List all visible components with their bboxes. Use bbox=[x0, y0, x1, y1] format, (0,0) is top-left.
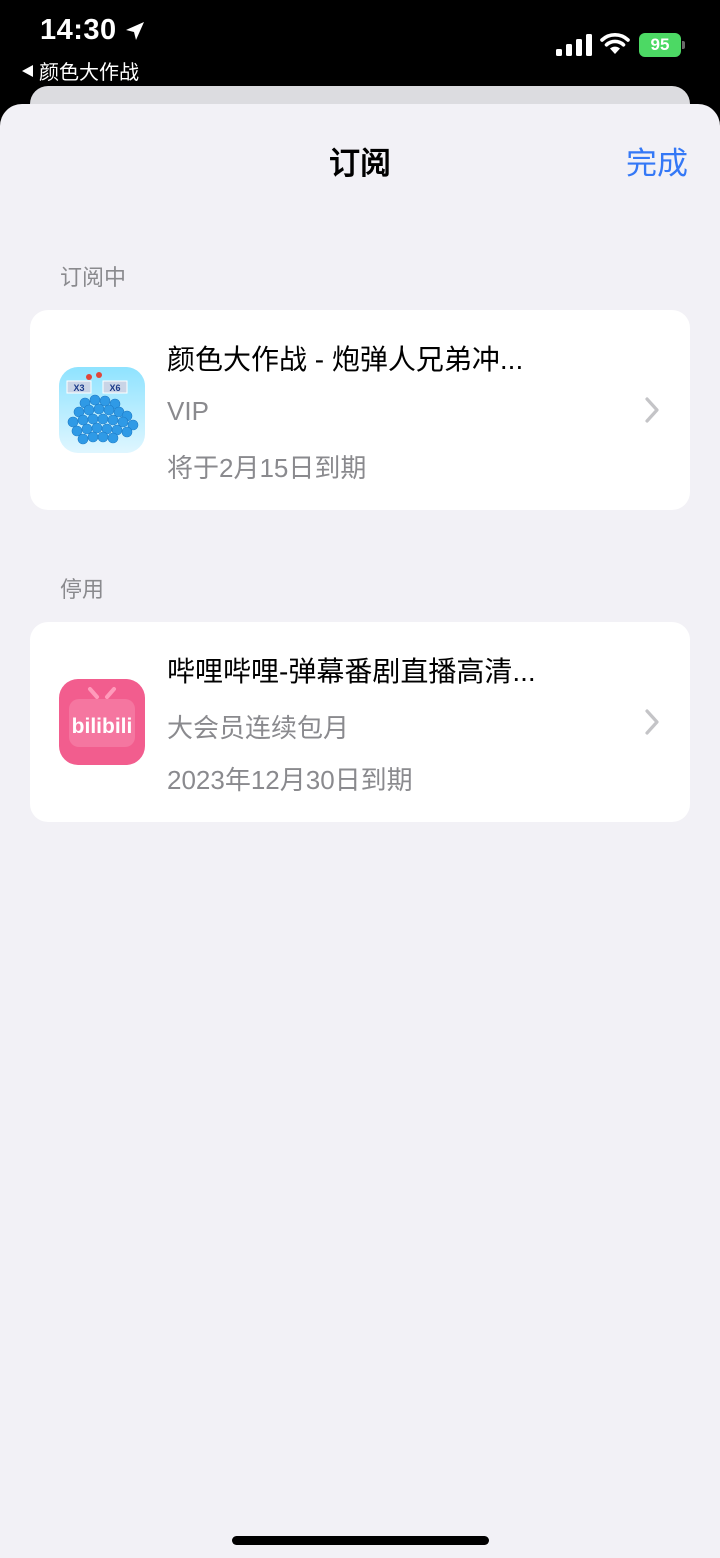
battery-level: 95 bbox=[639, 33, 681, 57]
svg-text:X6: X6 bbox=[109, 383, 120, 393]
subscriptions-sheet: 订阅 完成 订阅中 X3 X6 颜色大作战 - 炮弹人兄弟冲... VIP 将于… bbox=[0, 104, 720, 1558]
wifi-icon bbox=[600, 33, 630, 54]
section-header-inactive: 停用 bbox=[60, 577, 105, 602]
cellular-signal-icon bbox=[556, 34, 592, 56]
back-to-app-button[interactable]: 颜色大作战 bbox=[22, 56, 139, 85]
chevron-right-icon bbox=[645, 709, 659, 735]
bilibili-app-icon: bilibili bbox=[59, 679, 145, 765]
color-battle-app-icon: X3 X6 bbox=[59, 367, 145, 453]
home-indicator[interactable] bbox=[232, 1536, 489, 1545]
subscription-title: 颜色大作战 - 炮弹人兄弟冲... bbox=[167, 344, 524, 375]
back-triangle-icon bbox=[22, 64, 33, 77]
chevron-right-icon bbox=[645, 397, 659, 423]
svg-text:bilibili: bilibili bbox=[72, 715, 133, 738]
location-arrow-icon bbox=[125, 21, 144, 40]
battery-tip bbox=[682, 41, 685, 49]
section-header-active: 订阅中 bbox=[60, 265, 127, 290]
subscription-title: 哔哩哔哩-弹幕番剧直播高清... bbox=[167, 656, 536, 687]
svg-text:X3: X3 bbox=[73, 383, 84, 393]
subscription-expiry: 将于2月15日到期 bbox=[167, 453, 367, 483]
back-app-label: 颜色大作战 bbox=[39, 62, 139, 84]
page-title: 订阅 bbox=[329, 146, 391, 181]
subscription-plan: 大会员连续包月 bbox=[167, 713, 350, 743]
time-text: 14:30 bbox=[40, 14, 117, 46]
subscription-card-color-battle[interactable]: X3 X6 颜色大作战 - 炮弹人兄弟冲... VIP 将于2月15日到期 bbox=[30, 310, 690, 510]
subscription-plan: VIP bbox=[167, 396, 209, 426]
done-button[interactable]: 完成 bbox=[626, 138, 688, 183]
status-time: 14:30 bbox=[40, 14, 147, 47]
status-bar: 14:30 颜色大作战 95 bbox=[0, 0, 720, 100]
subscription-card-bilibili[interactable]: bilibili 哔哩哔哩-弹幕番剧直播高清... 大会员连续包月 2023年1… bbox=[30, 622, 690, 822]
subscription-expiry: 2023年12月30日到期 bbox=[167, 765, 413, 795]
battery-indicator: 95 bbox=[639, 33, 685, 57]
